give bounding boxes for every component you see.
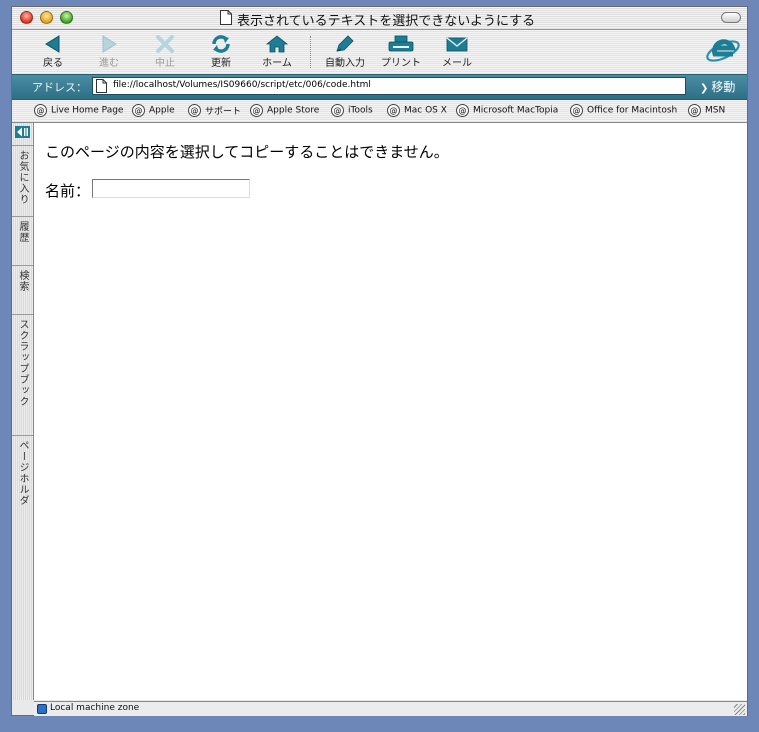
at-link-icon: @ bbox=[34, 104, 47, 117]
refresh-label: 更新 bbox=[211, 58, 231, 69]
at-link-icon: @ bbox=[188, 104, 201, 117]
print-label: プリント bbox=[381, 58, 421, 69]
forward-label: 進む bbox=[99, 58, 119, 69]
document-icon bbox=[220, 10, 232, 25]
favorites-bar: @ Live Home Page @ Apple @ サポート @ Apple Stor… bbox=[12, 100, 747, 123]
at-link-icon: @ bbox=[331, 104, 344, 117]
page-content: このページの内容を選択してコピーすることはできません。 名前： bbox=[34, 123, 747, 700]
go-button[interactable]: ❯ 移動 bbox=[700, 78, 735, 95]
toolbar: 戻る 進む 中止 更新 ホーム 自動入力 プリント メール bbox=[12, 30, 747, 73]
title-bar[interactable]: 表示されているテキストを選択できないようにする bbox=[12, 7, 747, 30]
toolbar-collapse-button[interactable] bbox=[721, 12, 741, 23]
at-link-icon: @ bbox=[132, 104, 145, 117]
home-icon bbox=[266, 35, 288, 53]
back-button[interactable]: 戻る bbox=[26, 32, 80, 72]
favorite-msn[interactable]: @ MSN bbox=[688, 104, 725, 118]
stop-label: 中止 bbox=[155, 58, 175, 69]
stop-button[interactable]: 中止 bbox=[138, 32, 192, 72]
resize-grip-icon[interactable] bbox=[734, 704, 745, 715]
toolbar-separator bbox=[310, 36, 312, 68]
back-arrow-icon bbox=[45, 35, 60, 53]
internet-explorer-logo-icon bbox=[706, 39, 740, 62]
favorite-apple-store[interactable]: @ Apple Store bbox=[250, 104, 319, 118]
explorer-sidebar: お気に入り 履歴 検索 スクラップブック ページホルダ bbox=[12, 123, 34, 700]
name-input[interactable] bbox=[92, 179, 250, 198]
printer-icon bbox=[388, 35, 414, 52]
sidebar-tab-favorites[interactable]: お気に入り bbox=[12, 145, 33, 216]
refresh-button[interactable]: 更新 bbox=[194, 32, 248, 72]
mail-label: メール bbox=[442, 58, 472, 69]
window-title: 表示されているテキストを選択できないようにする bbox=[237, 14, 536, 29]
mail-button[interactable]: メール bbox=[430, 32, 484, 72]
at-link-icon: @ bbox=[570, 104, 583, 117]
page-document-icon bbox=[96, 79, 107, 93]
favorite-apple[interactable]: @ Apple bbox=[132, 104, 175, 118]
favorite-mac-os-x[interactable]: @ Mac OS X bbox=[387, 104, 447, 118]
address-url[interactable]: file://localhost/Volumes/IS09660/script/… bbox=[113, 80, 371, 90]
favorite-live-home-page[interactable]: @ Live Home Page bbox=[34, 104, 123, 118]
at-link-icon: @ bbox=[250, 104, 263, 117]
at-link-icon: @ bbox=[456, 104, 469, 117]
go-label: 移動 bbox=[711, 80, 736, 94]
sidebar-tab-history[interactable]: 履歴 bbox=[12, 216, 33, 265]
favorite-itools[interactable]: @ iTools bbox=[331, 104, 373, 118]
sidebar-tab-page-holder[interactable]: ページホルダ bbox=[12, 435, 33, 526]
status-bar: Local machine zone bbox=[34, 701, 747, 716]
address-bar: アドレス： file://localhost/Volumes/IS09660/s… bbox=[12, 74, 747, 100]
at-link-icon: @ bbox=[387, 104, 400, 117]
security-zone-text: Local machine zone bbox=[50, 703, 140, 713]
sidebar-tab-scrapbook[interactable]: スクラップブック bbox=[12, 314, 33, 435]
refresh-icon bbox=[212, 35, 230, 53]
home-label: ホーム bbox=[262, 58, 292, 69]
address-field[interactable]: file://localhost/Volumes/IS09660/script/… bbox=[92, 77, 686, 95]
back-label: 戻る bbox=[43, 58, 63, 69]
autofill-pen-icon bbox=[336, 35, 354, 52]
favorite-office-for-macintosh[interactable]: @ Office for Macintosh bbox=[570, 104, 677, 118]
print-button[interactable]: プリント bbox=[374, 32, 428, 72]
home-button[interactable]: ホーム bbox=[250, 32, 304, 72]
browser-window: 表示されているテキストを選択できないようにする 戻る 進む 中止 更新 ホーム … bbox=[11, 6, 748, 716]
zoom-window-button[interactable] bbox=[60, 11, 73, 24]
sidebar-tab-search[interactable]: 検索 bbox=[12, 265, 33, 314]
favorite-support[interactable]: @ サポート bbox=[188, 104, 241, 118]
favorite-microsoft-mactopia[interactable]: @ Microsoft MacTopia bbox=[456, 104, 558, 118]
minimize-window-button[interactable] bbox=[40, 11, 53, 24]
autofill-label: 自動入力 bbox=[325, 58, 365, 69]
forward-button[interactable]: 進む bbox=[82, 32, 136, 72]
autofill-button[interactable]: 自動入力 bbox=[318, 32, 372, 72]
at-link-icon: @ bbox=[688, 104, 701, 117]
forward-arrow-icon bbox=[102, 35, 117, 53]
no-copy-message: このページの内容を選択してコピーすることはできません。 bbox=[45, 143, 449, 161]
go-arrow-icon: ❯ bbox=[700, 83, 709, 94]
close-window-button[interactable] bbox=[20, 11, 33, 24]
sidebar-toggle-icon[interactable] bbox=[15, 126, 30, 138]
address-label: アドレス： bbox=[32, 81, 87, 94]
zone-icon bbox=[37, 704, 47, 714]
name-label: 名前： bbox=[45, 182, 91, 200]
stop-x-icon bbox=[156, 35, 174, 53]
mail-envelope-icon bbox=[446, 37, 468, 52]
